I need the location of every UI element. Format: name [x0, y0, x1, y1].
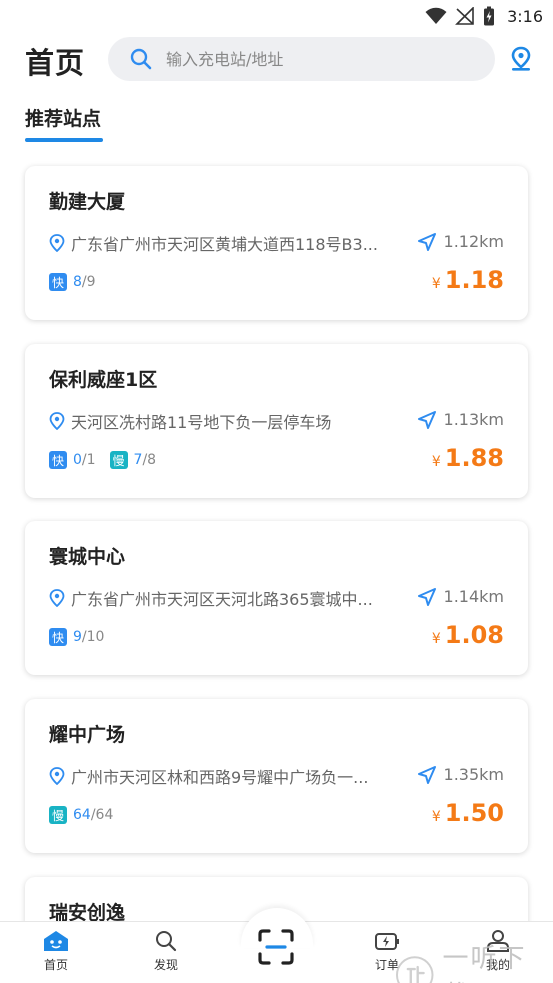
station-card[interactable]: 勤建大厦 广东省广州市天河区黄埔大道西118号B3... 1.12km 快 8/… [25, 166, 528, 320]
header: 首页 [0, 36, 553, 82]
watermark: 一听下载 [395, 938, 553, 983]
slow-total: /8 [142, 452, 157, 468]
location-icon [49, 412, 65, 430]
station-card[interactable]: 寰城中心 广东省广州市天河区天河北路365寰城中... 1.14km 快 9/1… [25, 521, 528, 675]
station-name: 寰城中心 [49, 546, 126, 568]
nav-discover-label: 发现 [153, 958, 178, 972]
price: ¥ 1.18 [432, 266, 504, 294]
price: ¥ 1.50 [432, 799, 504, 827]
station-address-row: 广东省广州市天河区天河北路365寰城中... 1.14km [49, 587, 504, 609]
station-address-row: 天河区冼村路11号地下负一层停车场 1.13km [49, 410, 504, 432]
watermark-text: 一听下载 [442, 944, 527, 983]
slow-tag: 慢 [109, 451, 128, 469]
fast-charger: 快 9/10 [49, 628, 104, 646]
price-value: 1.08 [444, 621, 504, 649]
fast-available: 8 [73, 274, 82, 290]
map-pin-icon[interactable] [510, 46, 532, 72]
battery-charging-icon [484, 6, 495, 26]
watermark-logo-icon [395, 956, 434, 983]
search-icon [130, 48, 152, 70]
navigation-arrow-icon [417, 587, 436, 606]
station-card[interactable]: 耀中广场 广州市天河区林和西路9号耀中广场负一... 1.35km 慢 64/6… [25, 699, 528, 853]
slow-total: /64 [90, 807, 114, 823]
currency-symbol: ¥ [431, 454, 441, 470]
home-icon [44, 931, 68, 951]
station-address-row: 广州市天河区林和西路9号耀中广场负一... 1.35km [49, 765, 504, 787]
slow-charger: 慢 64/64 [49, 806, 113, 824]
station-address: 天河区冼村路11号地下负一层停车场 [71, 413, 332, 432]
fast-total: /9 [81, 274, 96, 290]
location-icon [49, 234, 65, 252]
nav-home-label: 首页 [43, 958, 68, 972]
location-icon [49, 589, 65, 607]
charger-row: 快 0/1 慢 7/8 [49, 451, 170, 469]
fast-tag: 快 [49, 273, 67, 291]
currency-symbol: ¥ [431, 276, 441, 292]
nav-home[interactable]: 首页 [21, 930, 91, 973]
price-value: 1.88 [444, 444, 504, 472]
station-address: 广东省广州市天河区黄埔大道西118号B3... [71, 235, 378, 254]
price: ¥ 1.88 [432, 444, 504, 472]
distance-text: 1.14km [443, 587, 504, 606]
search-bar[interactable] [108, 37, 495, 81]
price: ¥ 1.08 [432, 621, 504, 649]
slow-tag: 慢 [49, 806, 67, 824]
search-input[interactable] [166, 49, 456, 69]
station-distance: 1.12km [417, 232, 504, 251]
navigation-arrow-icon [417, 410, 436, 429]
status-time: 3:16 [507, 6, 543, 26]
fast-total: /1 [81, 452, 96, 468]
navigation-arrow-icon [417, 232, 436, 251]
station-name: 勤建大厦 [49, 191, 126, 213]
charger-row: 慢 64/64 [49, 806, 127, 824]
distance-text: 1.12km [443, 232, 504, 251]
fast-available: 9 [73, 629, 82, 645]
fast-available: 0 [73, 452, 82, 468]
price-value: 1.50 [444, 799, 504, 827]
station-distance: 1.13km [417, 410, 504, 429]
station-card[interactable]: 保利威座1区 天河区冼村路11号地下负一层停车场 1.13km 快 0/1 慢 … [25, 344, 528, 498]
station-distance: 1.35km [417, 765, 504, 784]
section-underline [25, 138, 103, 142]
search-icon [156, 931, 177, 952]
fast-tag: 快 [49, 451, 67, 469]
fast-tag: 快 [49, 628, 67, 646]
station-address: 广东省广州市天河区天河北路365寰城中... [71, 590, 373, 609]
currency-symbol: ¥ [431, 809, 441, 825]
no-signal-icon [455, 7, 474, 25]
status-bar: 3:16 [0, 0, 553, 32]
station-name: 保利威座1区 [49, 369, 158, 391]
station-name: 耀中广场 [49, 724, 126, 746]
location-icon [49, 767, 65, 785]
fast-charger: 快 0/1 [49, 451, 96, 469]
distance-text: 1.13km [443, 410, 504, 429]
scan-icon[interactable] [257, 928, 295, 966]
station-distance: 1.14km [417, 587, 504, 606]
nav-discover[interactable]: 发现 [131, 930, 201, 973]
distance-text: 1.35km [443, 765, 504, 784]
slow-charger: 慢 7/8 [109, 451, 157, 469]
navigation-arrow-icon [417, 765, 436, 784]
fast-charger: 快 8/9 [49, 273, 96, 291]
section-title: 推荐站点 [25, 108, 102, 130]
charger-row: 快 9/10 [49, 628, 118, 646]
wifi-icon [425, 7, 447, 24]
slow-available: 64 [73, 807, 91, 823]
station-address: 广州市天河区林和西路9号耀中广场负一... [71, 768, 369, 787]
fast-total: /10 [81, 629, 105, 645]
page-title: 首页 [25, 46, 86, 80]
station-address-row: 广东省广州市天河区黄埔大道西118号B3... 1.12km [49, 232, 504, 254]
price-value: 1.18 [444, 266, 504, 294]
currency-symbol: ¥ [431, 631, 441, 647]
charger-row: 快 8/9 [49, 273, 110, 291]
